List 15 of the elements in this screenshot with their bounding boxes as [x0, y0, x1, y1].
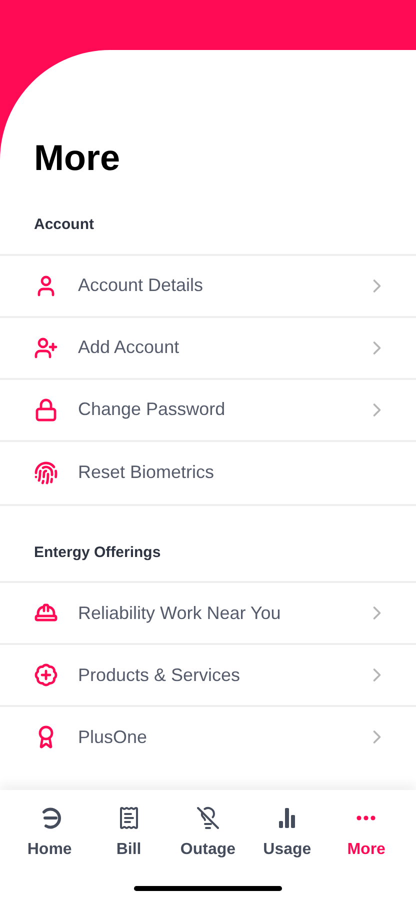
fingerprint-icon [34, 460, 58, 484]
section-heading: Account [33, 215, 94, 235]
section-heading: Entergy Offerings [33, 542, 161, 562]
add-person-icon [34, 336, 58, 360]
page-title: More [33, 136, 120, 180]
tab[interactable]: Home [14, 806, 85, 862]
plus-badge-icon [34, 663, 58, 687]
tab[interactable]: Usage [252, 806, 322, 862]
lock-icon [34, 398, 58, 422]
tab[interactable]: More [331, 806, 402, 862]
tab[interactable]: Bill [94, 806, 164, 862]
lightbulb-off-icon [196, 806, 220, 830]
more-icon [356, 815, 376, 821]
tab[interactable]: Outage [172, 806, 243, 862]
menu-item[interactable]: Reset Biometrics [0, 440, 416, 506]
